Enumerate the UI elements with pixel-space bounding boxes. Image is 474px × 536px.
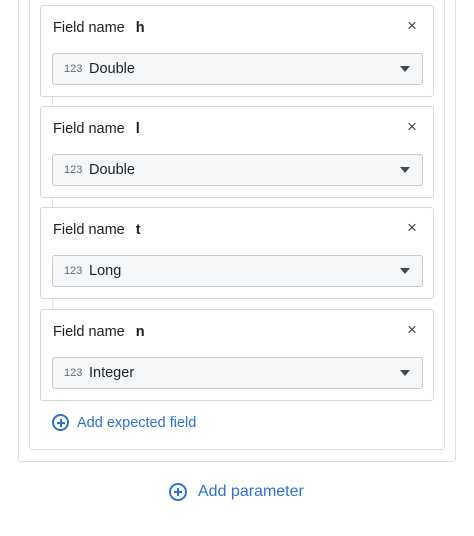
field-name-value[interactable]: n: [136, 324, 145, 340]
field-card: Field name l × 123 Double: [40, 106, 434, 198]
field-header: Field name l: [53, 121, 140, 137]
field-name-label: Field name: [53, 324, 125, 340]
field-type-value: Double: [89, 61, 135, 77]
remove-field-button[interactable]: ×: [405, 219, 419, 236]
numeric-type-icon: 123: [64, 63, 83, 75]
caret-down-icon: [400, 268, 410, 274]
caret-down-icon: [400, 167, 410, 173]
add-parameter-button[interactable]: Add parameter: [169, 483, 304, 501]
field-name-value[interactable]: l: [136, 121, 140, 137]
add-expected-field-button[interactable]: Add expected field: [52, 414, 196, 431]
field-header: Field name h: [53, 20, 145, 36]
add-parameter-label: Add parameter: [198, 483, 304, 500]
field-card: Field name t × 123 Long: [40, 207, 434, 299]
caret-down-icon: [400, 66, 410, 72]
numeric-type-icon: 123: [64, 265, 83, 277]
field-type-select[interactable]: 123 Long: [52, 255, 423, 287]
field-name-label: Field name: [53, 121, 125, 137]
field-name-value[interactable]: t: [136, 222, 141, 238]
field-header: Field name t: [53, 222, 141, 238]
field-name-label: Field name: [53, 222, 125, 238]
numeric-type-icon: 123: [64, 367, 83, 379]
field-type-value: Double: [89, 162, 135, 178]
add-expected-field-label: Add expected field: [77, 414, 197, 431]
caret-down-icon: [400, 370, 410, 376]
field-type-value: Long: [89, 263, 122, 279]
remove-field-button[interactable]: ×: [405, 321, 419, 338]
field-card: Field name n × 123 Integer: [40, 309, 434, 401]
field-name-label: Field name: [53, 20, 125, 36]
numeric-type-icon: 123: [64, 164, 83, 176]
parameter-editor: Field name h × 123 Double Field name l ×…: [0, 0, 474, 536]
add-circle-icon: [169, 483, 187, 501]
field-name-value[interactable]: h: [136, 20, 145, 36]
field-type-select[interactable]: 123 Integer: [52, 357, 423, 389]
field-type-value: Integer: [89, 365, 135, 381]
add-circle-icon: [52, 414, 69, 431]
remove-field-button[interactable]: ×: [405, 17, 419, 34]
field-type-select[interactable]: 123 Double: [52, 53, 423, 85]
remove-field-button[interactable]: ×: [405, 118, 419, 135]
field-header: Field name n: [53, 324, 145, 340]
field-card: Field name h × 123 Double: [40, 5, 434, 97]
field-type-select[interactable]: 123 Double: [52, 154, 423, 186]
